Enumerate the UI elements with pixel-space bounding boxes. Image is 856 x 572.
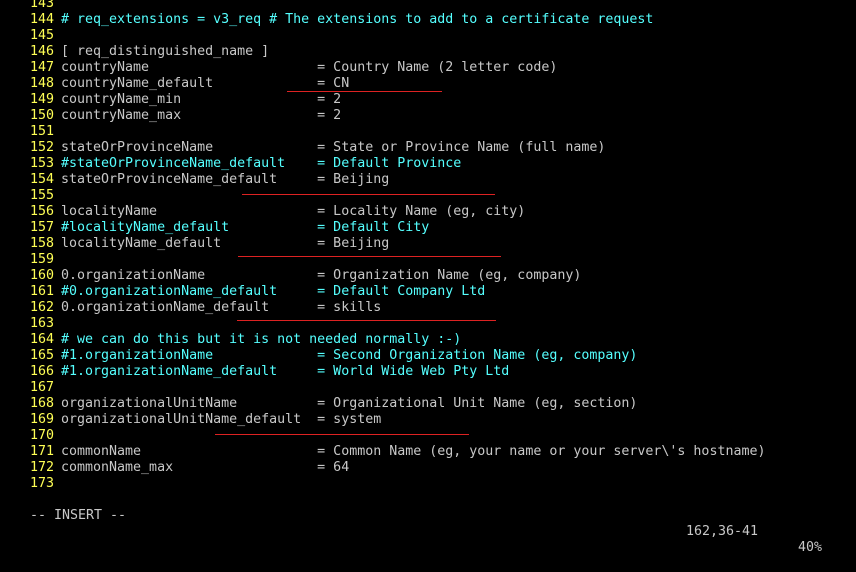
editor-line[interactable]: 170 bbox=[30, 428, 61, 444]
config-text[interactable]: localityName = Locality Name (eg, city) bbox=[61, 204, 525, 219]
editor-line[interactable]: 154 stateOrProvinceName_default = Beijing bbox=[30, 172, 389, 188]
line-number: 147 bbox=[30, 60, 55, 75]
red-underline-mark bbox=[242, 194, 495, 195]
editor-line[interactable]: 155 bbox=[30, 188, 61, 204]
config-text[interactable]: commonName = Common Name (eg, your name … bbox=[61, 444, 765, 459]
line-number: 149 bbox=[30, 92, 55, 107]
line-number: 170 bbox=[30, 428, 55, 443]
line-number: 153 bbox=[30, 156, 55, 171]
editor-line[interactable]: 164 # we can do this but it is not needed… bbox=[30, 332, 461, 348]
line-number: 166 bbox=[30, 364, 55, 379]
editor-line[interactable]: 168 organizationalUnitName = Organization… bbox=[30, 396, 637, 412]
line-number: 154 bbox=[30, 172, 55, 187]
config-text[interactable]: countryName = Country Name (2 letter cod… bbox=[61, 60, 557, 75]
comment-text[interactable]: #1.organizationName = Second Organizatio… bbox=[61, 348, 637, 363]
line-number: 160 bbox=[30, 268, 55, 283]
line-number: 163 bbox=[30, 316, 55, 331]
config-text[interactable]: countryName_default = CN bbox=[61, 76, 349, 91]
editor-line[interactable]: 165 #1.organizationName = Second Organiza… bbox=[30, 348, 637, 364]
line-number: 150 bbox=[30, 108, 55, 123]
comment-text[interactable]: #0.organizationName_default = Default Co… bbox=[61, 284, 485, 299]
editor-line[interactable]: 172 commonName_max = 64 bbox=[30, 460, 349, 476]
comment-text[interactable]: #localityName_default = Default City bbox=[61, 220, 429, 235]
editor-line[interactable]: 161 #0.organizationName_default = Default… bbox=[30, 284, 485, 300]
line-number: 145 bbox=[30, 28, 55, 43]
editor-line[interactable]: 150 countryName_max = 2 bbox=[30, 108, 341, 124]
line-number: 167 bbox=[30, 380, 55, 395]
config-text[interactable]: organizationalUnitName_default = system bbox=[61, 412, 381, 427]
line-number: 173 bbox=[30, 476, 55, 491]
editor-line[interactable]: 147 countryName = Country Name (2 letter … bbox=[30, 60, 557, 76]
editor-line[interactable]: 173 bbox=[30, 476, 61, 492]
line-number: 157 bbox=[30, 220, 55, 235]
line-number: 152 bbox=[30, 140, 55, 155]
editor-line[interactable]: 167 bbox=[30, 380, 61, 396]
config-text[interactable]: [ req_distinguished_name ] bbox=[61, 44, 269, 59]
red-underline-mark bbox=[237, 320, 496, 321]
line-number: 146 bbox=[30, 44, 55, 59]
red-underline-mark bbox=[287, 91, 442, 92]
line-number: 164 bbox=[30, 332, 55, 347]
line-number: 144 bbox=[30, 12, 55, 27]
line-number: 151 bbox=[30, 124, 55, 139]
editor-line[interactable]: 156 localityName = Locality Name (eg, cit… bbox=[30, 204, 525, 220]
scroll-percent: 40% bbox=[798, 540, 823, 555]
editor-line[interactable]: 144 # req_extensions = v3_req # The exten… bbox=[30, 12, 653, 28]
line-number: 171 bbox=[30, 444, 55, 459]
red-underline-mark bbox=[238, 256, 501, 257]
config-text[interactable]: countryName_max = 2 bbox=[61, 108, 341, 123]
line-number: 161 bbox=[30, 284, 55, 299]
editor-line[interactable]: 169 organizationalUnitName_default = syst… bbox=[30, 412, 381, 428]
line-number: 172 bbox=[30, 460, 55, 475]
line-number: 156 bbox=[30, 204, 55, 219]
config-text[interactable]: stateOrProvinceName = State or Province … bbox=[61, 140, 605, 155]
editor-line[interactable]: 157 #localityName_default = Default City bbox=[30, 220, 429, 236]
line-number: 165 bbox=[30, 348, 55, 363]
editor-line[interactable]: 160 0.organizationName = Organization Nam… bbox=[30, 268, 581, 284]
editor-line[interactable]: 146 [ req_distinguished_name ] bbox=[30, 44, 269, 60]
config-text[interactable]: commonName_max = 64 bbox=[61, 460, 349, 475]
line-number: 155 bbox=[30, 188, 55, 203]
red-underline-mark bbox=[215, 434, 469, 435]
line-number: 162 bbox=[30, 300, 55, 315]
editor-line[interactable]: 152 stateOrProvinceName = State or Provin… bbox=[30, 140, 605, 156]
editor-line[interactable]: 166 #1.organizationName_default = World W… bbox=[30, 364, 509, 380]
line-number: 143 bbox=[30, 0, 55, 11]
config-text[interactable]: stateOrProvinceName_default = Beijing bbox=[61, 172, 389, 187]
mode-indicator: -- INSERT -- bbox=[30, 508, 127, 523]
editor-line[interactable]: 171 commonName = Common Name (eg, your na… bbox=[30, 444, 765, 460]
comment-text[interactable]: #1.organizationName_default = World Wide… bbox=[61, 364, 509, 379]
line-number: 148 bbox=[30, 76, 55, 91]
vim-editor[interactable]: 143 144 # req_extensions = v3_req # The ex… bbox=[0, 0, 856, 555]
config-text[interactable]: 0.organizationName = Organization Name (… bbox=[61, 268, 581, 283]
editor-line[interactable]: 163 bbox=[30, 316, 61, 332]
editor-line[interactable]: 151 bbox=[30, 124, 61, 140]
comment-text[interactable]: # req_extensions = v3_req # The extensio… bbox=[61, 12, 653, 27]
status-line: -- INSERT -- 162,36-41 40% bbox=[0, 492, 856, 555]
config-text[interactable]: organizationalUnitName = Organizational … bbox=[61, 396, 637, 411]
comment-text[interactable]: #stateOrProvinceName_default = Default P… bbox=[61, 156, 461, 171]
config-text[interactable]: localityName_default = Beijing bbox=[61, 236, 389, 251]
config-text[interactable]: countryName_min = 2 bbox=[61, 92, 341, 107]
line-number: 168 bbox=[30, 396, 55, 411]
editor-line[interactable]: 158 localityName_default = Beijing bbox=[30, 236, 389, 252]
editor-line[interactable]: 162 0.organizationName_default = skills bbox=[30, 300, 381, 316]
cursor-position: 162,36-41 bbox=[686, 524, 759, 539]
editor-line[interactable]: 143 bbox=[30, 0, 61, 12]
editor-line[interactable]: 148 countryName_default = CN bbox=[30, 76, 349, 92]
line-number: 158 bbox=[30, 236, 55, 251]
config-text[interactable]: 0.organizationName_default = skills bbox=[61, 300, 381, 315]
line-number: 169 bbox=[30, 412, 55, 427]
comment-text[interactable]: # we can do this but it is not needed no… bbox=[61, 332, 461, 347]
editor-line[interactable]: 149 countryName_min = 2 bbox=[30, 92, 341, 108]
editor-line[interactable]: 153 #stateOrProvinceName_default = Defaul… bbox=[30, 156, 461, 172]
line-number: 159 bbox=[30, 252, 55, 267]
editor-line[interactable]: 159 bbox=[30, 252, 61, 268]
editor-line[interactable]: 145 bbox=[30, 28, 61, 44]
